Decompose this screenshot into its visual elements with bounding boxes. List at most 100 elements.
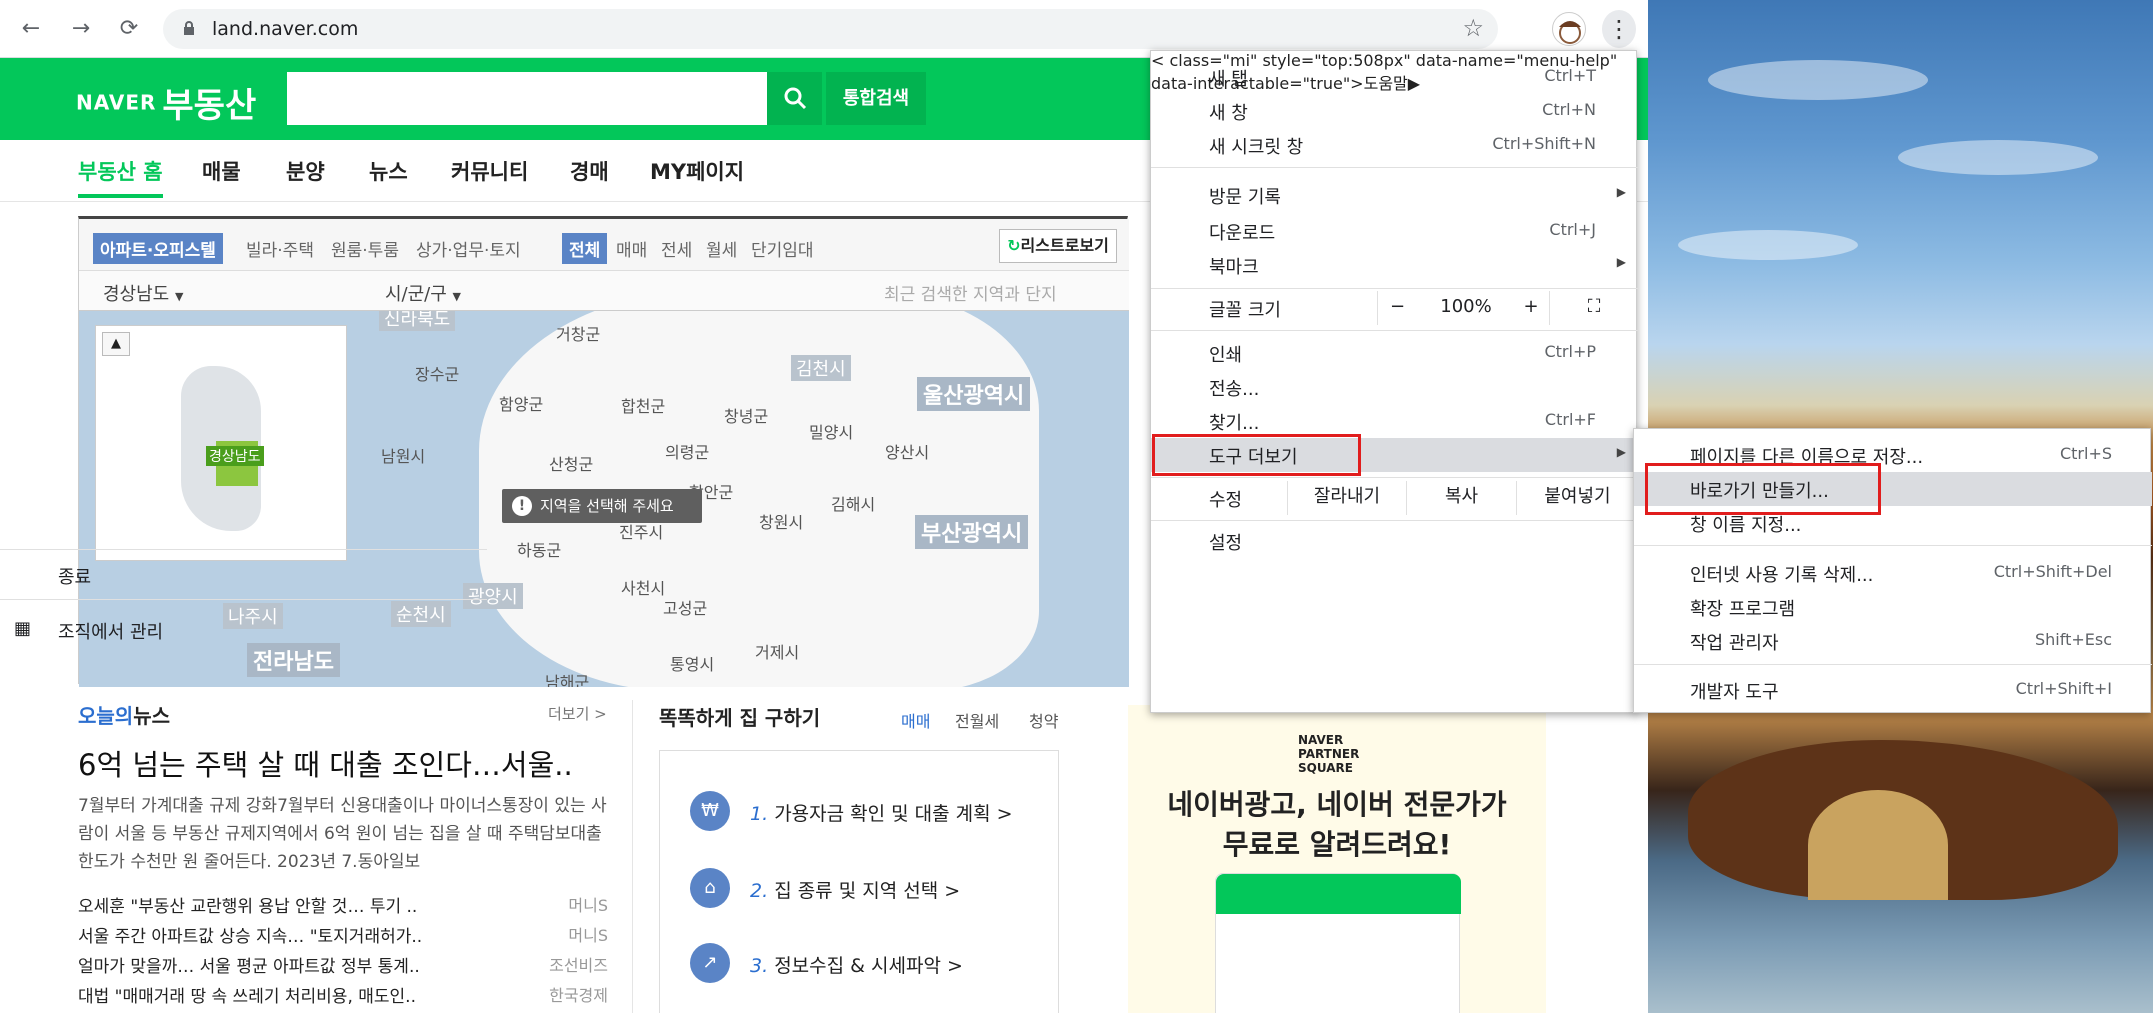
reload-icon[interactable]: ⟳: [114, 14, 144, 44]
copy-button[interactable]: 복사: [1406, 481, 1516, 515]
menu-downloads[interactable]: 다운로드 Ctrl+J: [1151, 214, 1638, 248]
map-label[interactable]: 고성군: [663, 595, 707, 619]
map-label[interactable]: 통영시: [670, 651, 714, 675]
menu-name-window[interactable]: 창 이름 지정...: [1634, 506, 2152, 540]
search-input[interactable]: [287, 72, 767, 125]
lock-icon[interactable]: [183, 21, 195, 35]
nav-home[interactable]: 부동산 홈: [78, 156, 163, 198]
news-summary[interactable]: 7월부터 가계대출 규제 강화7월부터 신용대출이나 마이너스통장이 있는 사람…: [78, 792, 610, 876]
map-label[interactable]: 산청군: [549, 451, 593, 475]
menu-find[interactable]: 찾기... Ctrl+F: [1151, 404, 1638, 438]
menu-settings[interactable]: 설정: [1151, 524, 1638, 558]
menu-dev-tools[interactable]: 개발자 도구 Ctrl+Shift+I: [1634, 673, 2152, 707]
integrated-search-button[interactable]: 통합검색: [826, 72, 926, 125]
map-province[interactable]: 신라북도: [379, 311, 456, 331]
map-province[interactable]: 전라남도: [247, 643, 340, 677]
menu-new-window[interactable]: 새 창 Ctrl+N: [1151, 94, 1638, 128]
menu-incognito[interactable]: 새 시크릿 창 Ctrl+Shift+N: [1151, 128, 1638, 162]
map-label[interactable]: 창녕군: [724, 403, 768, 427]
menu-label: 페이지를 다른 이름으로 저장...: [1690, 447, 1924, 468]
menu-label: 설정: [1209, 533, 1243, 554]
tab-deal-short[interactable]: 단기임대: [744, 233, 821, 264]
map-label[interactable]: 김해시: [831, 491, 875, 515]
province-select[interactable]: 경상남도 ▼: [103, 280, 183, 306]
menu-new-tab[interactable]: 새 탭 Ctrl+T: [1151, 60, 1638, 94]
map-province[interactable]: 울산광역시: [917, 377, 1031, 411]
tab-deal-all[interactable]: 전체: [562, 233, 608, 264]
map-label[interactable]: 남원시: [381, 443, 425, 467]
news-item[interactable]: 오세훈 "부동산 교란행위 용납 안할 것… 투기 .. 머니S: [78, 892, 608, 917]
menu-print[interactable]: 인쇄 Ctrl+P: [1151, 336, 1638, 370]
news-item[interactable]: 서울 주간 아파트값 상승 지속… "토지거래허가.. 머니S: [78, 922, 608, 947]
naver-logo[interactable]: NAVER 부동산: [76, 78, 256, 127]
nav-mypage[interactable]: MY페이지: [650, 156, 744, 186]
map-label[interactable]: 함양군: [499, 391, 543, 415]
nav-auction[interactable]: 경매: [570, 156, 609, 186]
menu-cast[interactable]: 전송...: [1151, 370, 1638, 404]
list-view-button[interactable]: ↻리스트로보기: [999, 229, 1117, 263]
tab-deal-sale[interactable]: 매매: [609, 233, 654, 264]
menu-extensions[interactable]: 확장 프로그램: [1634, 590, 2152, 624]
zoom-out-button[interactable]: −: [1377, 291, 1417, 325]
city-select[interactable]: 시/군/구 ▼: [385, 280, 461, 306]
house-tab-rent[interactable]: 전월세: [955, 708, 999, 732]
tab-deal-monthly[interactable]: 월세: [699, 233, 744, 264]
nav-presale[interactable]: 분양: [286, 156, 325, 186]
map-label[interactable]: 사천시: [621, 575, 665, 599]
nav-listings[interactable]: 매물: [202, 156, 241, 186]
star-icon[interactable]: ☆: [1462, 14, 1484, 42]
menu-edit-row: 수정 잘라내기 복사 붙여넣기: [1151, 481, 1638, 515]
fullscreen-icon[interactable]: ⛶: [1549, 291, 1638, 325]
recent-search-select[interactable]: 최근 검색한 지역과 단지: [884, 280, 1057, 305]
map-label[interactable]: 거창군: [556, 321, 600, 345]
paste-button[interactable]: 붙여넣기: [1516, 481, 1638, 515]
menu-bookmarks[interactable]: 북마크 ▶: [1151, 248, 1638, 282]
cut-button[interactable]: 잘라내기: [1287, 481, 1406, 515]
map-label[interactable]: 하동군: [517, 537, 561, 561]
tab-villa[interactable]: 빌라·주택: [239, 233, 321, 264]
map-label[interactable]: 양산시: [885, 439, 929, 463]
menu-create-shortcut[interactable]: 바로가기 만들기...: [1634, 472, 2152, 506]
house-tab-subscription[interactable]: 청약: [1029, 708, 1058, 732]
menu-more-tools[interactable]: 도구 더보기 ▶: [1151, 438, 1638, 472]
map-label[interactable]: 창원시: [759, 509, 803, 533]
address-bar[interactable]: land.naver.com ☆: [163, 9, 1498, 49]
map-label[interactable]: 김천시: [791, 355, 851, 381]
search-icon[interactable]: [767, 72, 822, 125]
news-more-link[interactable]: 더보기 >: [548, 703, 607, 724]
zoom-in-button[interactable]: +: [1511, 291, 1551, 325]
menu-label: 다운로드: [1209, 223, 1276, 244]
news-item[interactable]: 얼마가 맞을까… 서울 평균 아파트값 정부 통계.. 조선비즈: [78, 952, 608, 977]
nav-news[interactable]: 뉴스: [369, 156, 408, 186]
map-label[interactable]: 의령군: [665, 439, 709, 463]
tab-oneroom[interactable]: 원룸·투룸: [324, 233, 406, 264]
map-label[interactable]: 밀양시: [809, 419, 853, 443]
map-label[interactable]: 거제시: [755, 639, 799, 663]
news-headline[interactable]: 6억 넘는 주택 살 때 대출 조인다…서울..: [78, 742, 573, 784]
tab-commercial[interactable]: 상가·업무·토지: [409, 233, 528, 264]
map-province[interactable]: 부산광역시: [915, 515, 1029, 549]
more-menu-icon[interactable]: ⋮: [1602, 10, 1636, 48]
menu-managed[interactable]: ▦ 조직에서 관리: [0, 613, 487, 647]
profile-avatar[interactable]: [1552, 12, 1586, 46]
tab-apartment[interactable]: 아파트·오피스텔: [93, 233, 223, 264]
collapse-icon[interactable]: ▲: [102, 332, 130, 356]
news-item[interactable]: 대법 "매매거래 땅 속 쓰레기 처리비용, 매도인.. 한국경제: [78, 982, 608, 1007]
menu-save-page[interactable]: 페이지를 다른 이름으로 저장... Ctrl+S: [1634, 438, 2152, 472]
arrow-right-icon[interactable]: →: [66, 14, 96, 44]
menu-exit[interactable]: 종료: [0, 558, 487, 592]
menu-label: 글꼴 크기: [1209, 300, 1281, 321]
menu-divider: [1151, 330, 1638, 331]
advertisement[interactable]: NAVER PARTNER SQUARE 네이버광고, 네이버 전문가가 무료로 …: [1128, 705, 1546, 1013]
menu-task-manager[interactable]: 작업 관리자 Shift+Esc: [1634, 624, 2152, 658]
map-label[interactable]: 남해군: [545, 669, 589, 687]
minimap[interactable]: ▲ 경상남도: [95, 325, 347, 561]
nav-community[interactable]: 커뮤니티: [451, 156, 528, 186]
map-label[interactable]: 장수군: [415, 361, 459, 385]
tab-deal-jeonse[interactable]: 전세: [654, 233, 699, 264]
menu-history[interactable]: 방문 기록 ▶: [1151, 178, 1638, 212]
house-tab-sale[interactable]: 매매: [901, 708, 930, 732]
menu-clear-data[interactable]: 인터넷 사용 기록 삭제... Ctrl+Shift+Del: [1634, 556, 2152, 590]
map-label[interactable]: 합천군: [621, 393, 665, 417]
arrow-left-icon[interactable]: ←: [16, 14, 46, 44]
